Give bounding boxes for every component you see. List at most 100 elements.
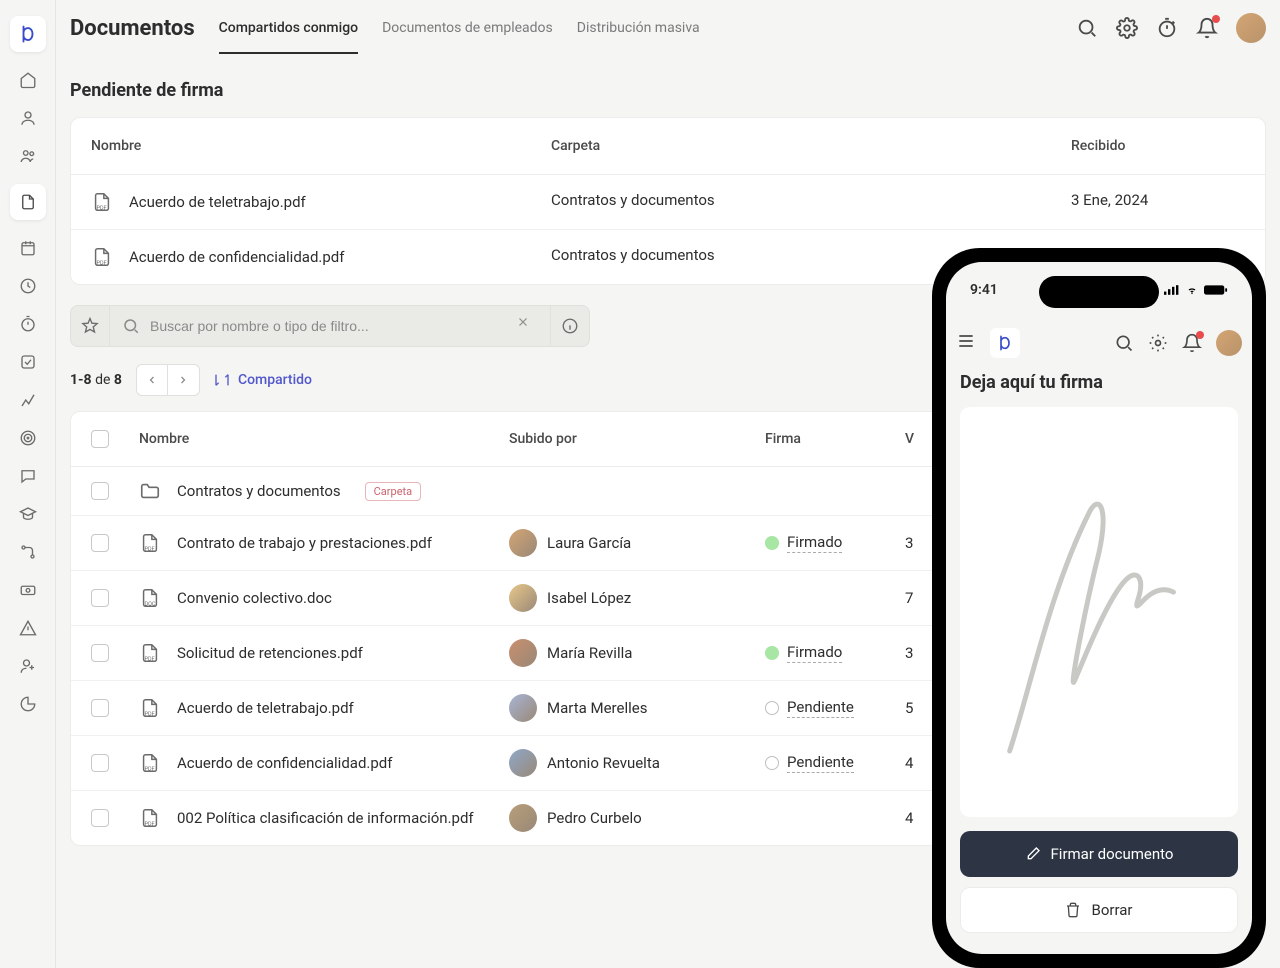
row-checkbox[interactable] <box>91 482 109 500</box>
svg-text:PDF: PDF <box>145 766 155 772</box>
signature-title: Deja aquí tu firma <box>960 372 1238 393</box>
tab-mass-distribution[interactable]: Distribución masiva <box>577 2 700 54</box>
uploader-name: Isabel López <box>547 589 631 607</box>
next-page-button[interactable] <box>168 364 200 396</box>
pdf-icon: PDF <box>139 752 161 774</box>
search-icon[interactable] <box>1076 17 1098 39</box>
phone-gear-icon[interactable] <box>1148 333 1168 353</box>
col-folder: Carpeta <box>551 138 1071 154</box>
search-input[interactable] <box>150 318 506 334</box>
sort-dropdown[interactable]: Compartido <box>214 372 312 388</box>
phone-header <box>956 320 1242 366</box>
phone-search-icon[interactable] <box>1114 333 1134 353</box>
status-label: Pendiente <box>787 753 854 773</box>
uploader-avatar <box>509 804 537 832</box>
row-checkbox[interactable] <box>91 699 109 717</box>
search-icon <box>122 317 140 335</box>
page-header: Documentos Compartidos conmigo Documento… <box>70 0 1266 56</box>
uploader-avatar <box>509 694 537 722</box>
row-checkbox[interactable] <box>91 644 109 662</box>
nav-documents-icon[interactable] <box>10 184 46 220</box>
phone-time: 9:41 <box>970 282 998 298</box>
nav-calendar-icon[interactable] <box>18 238 38 258</box>
pdf-icon: PDF <box>139 532 161 554</box>
nav-chart-icon[interactable] <box>18 390 38 410</box>
col-signature: Firma <box>765 430 905 448</box>
nav-flow-icon[interactable] <box>18 542 38 562</box>
col-received: Recibido <box>1071 138 1245 154</box>
svg-text:PDF: PDF <box>145 821 155 827</box>
col-name: Nombre <box>91 138 551 154</box>
select-all-checkbox[interactable] <box>91 430 109 448</box>
row-checkbox[interactable] <box>91 809 109 827</box>
stopwatch-icon[interactable] <box>1156 17 1178 39</box>
tab-employee-docs[interactable]: Documentos de empleados <box>382 2 553 54</box>
prev-page-button[interactable] <box>136 364 168 396</box>
folder-name: Contratos y documentos <box>177 482 341 500</box>
favorite-filter-button[interactable] <box>70 305 110 347</box>
uploader-name: Antonio Revuelta <box>547 754 660 772</box>
svg-text:DOC: DOC <box>145 601 156 607</box>
pending-row[interactable]: PDF Acuerdo de teletrabajo.pdf Contratos… <box>71 175 1265 230</box>
left-sidebar <box>0 0 56 968</box>
row-checkbox[interactable] <box>91 534 109 552</box>
folder-name: Contratos y documentos <box>551 191 1071 213</box>
doc-icon: DOC <box>139 587 161 609</box>
nav-timer-icon[interactable] <box>18 314 38 334</box>
status-dot <box>765 646 779 660</box>
row-checkbox[interactable] <box>91 589 109 607</box>
gear-icon[interactable] <box>1116 17 1138 39</box>
page-title: Documentos <box>70 16 195 41</box>
pager-text: 1-8 de 8 <box>70 372 122 388</box>
pending-table-head: Nombre Carpeta Recibido <box>71 118 1265 175</box>
status-dot <box>765 701 779 715</box>
status-dot <box>765 756 779 770</box>
nav-check-icon[interactable] <box>18 352 38 372</box>
uploader-name: Pedro Curbelo <box>547 809 642 827</box>
info-icon[interactable] <box>550 305 590 347</box>
row-checkbox[interactable] <box>91 754 109 772</box>
nav-clock-icon[interactable] <box>18 276 38 296</box>
menu-icon[interactable] <box>956 331 980 355</box>
nav-graduation-icon[interactable] <box>18 504 38 524</box>
svg-text:PDF: PDF <box>145 546 155 552</box>
phone-bell-icon[interactable] <box>1182 333 1202 353</box>
signal-icon <box>1164 284 1180 296</box>
col-name: Nombre <box>139 430 509 448</box>
uploader-name: María Revilla <box>547 644 632 662</box>
folder-icon <box>139 480 161 502</box>
col-uploader: Subido por <box>509 430 765 448</box>
file-name: Solicitud de retenciones.pdf <box>177 644 363 662</box>
pdf-icon: PDF <box>91 191 113 213</box>
file-name: 002 Política clasificación de informació… <box>177 809 474 827</box>
sign-document-button[interactable]: Firmar documento <box>960 831 1238 877</box>
nav-warning-icon[interactable] <box>18 618 38 638</box>
svg-text:PDF: PDF <box>97 260 107 266</box>
nav-chat-icon[interactable] <box>18 466 38 486</box>
nav-people-icon[interactable] <box>18 146 38 166</box>
tab-shared-with-me[interactable]: Compartidos conmigo <box>219 2 358 54</box>
mobile-device-mockup: 9:41 Deja aquí tu firma <box>932 248 1266 968</box>
clear-signature-button[interactable]: Borrar <box>960 887 1238 933</box>
uploader-avatar <box>509 749 537 777</box>
user-avatar[interactable] <box>1236 13 1266 43</box>
folder-badge: Carpeta <box>365 482 421 501</box>
nav-home-icon[interactable] <box>18 70 38 90</box>
nav-money-icon[interactable] <box>18 580 38 600</box>
phone-avatar[interactable] <box>1216 330 1242 356</box>
nav-person-icon[interactable] <box>18 108 38 128</box>
nav-target-icon[interactable] <box>18 428 38 448</box>
phone-notch <box>1039 276 1159 308</box>
signature-canvas[interactable] <box>960 407 1238 817</box>
nav-adduser-icon[interactable] <box>18 656 38 676</box>
header-actions <box>1076 13 1266 43</box>
status-label: Firmado <box>787 533 842 553</box>
status-dot <box>765 536 779 550</box>
bell-icon[interactable] <box>1196 17 1218 39</box>
pdf-icon: PDF <box>139 807 161 829</box>
svg-text:PDF: PDF <box>145 656 155 662</box>
wifi-icon <box>1184 284 1200 296</box>
header-tabs: Compartidos conmigo Documentos de emplea… <box>219 2 700 54</box>
clear-search-icon[interactable] <box>516 315 538 337</box>
nav-pie-icon[interactable] <box>18 694 38 714</box>
